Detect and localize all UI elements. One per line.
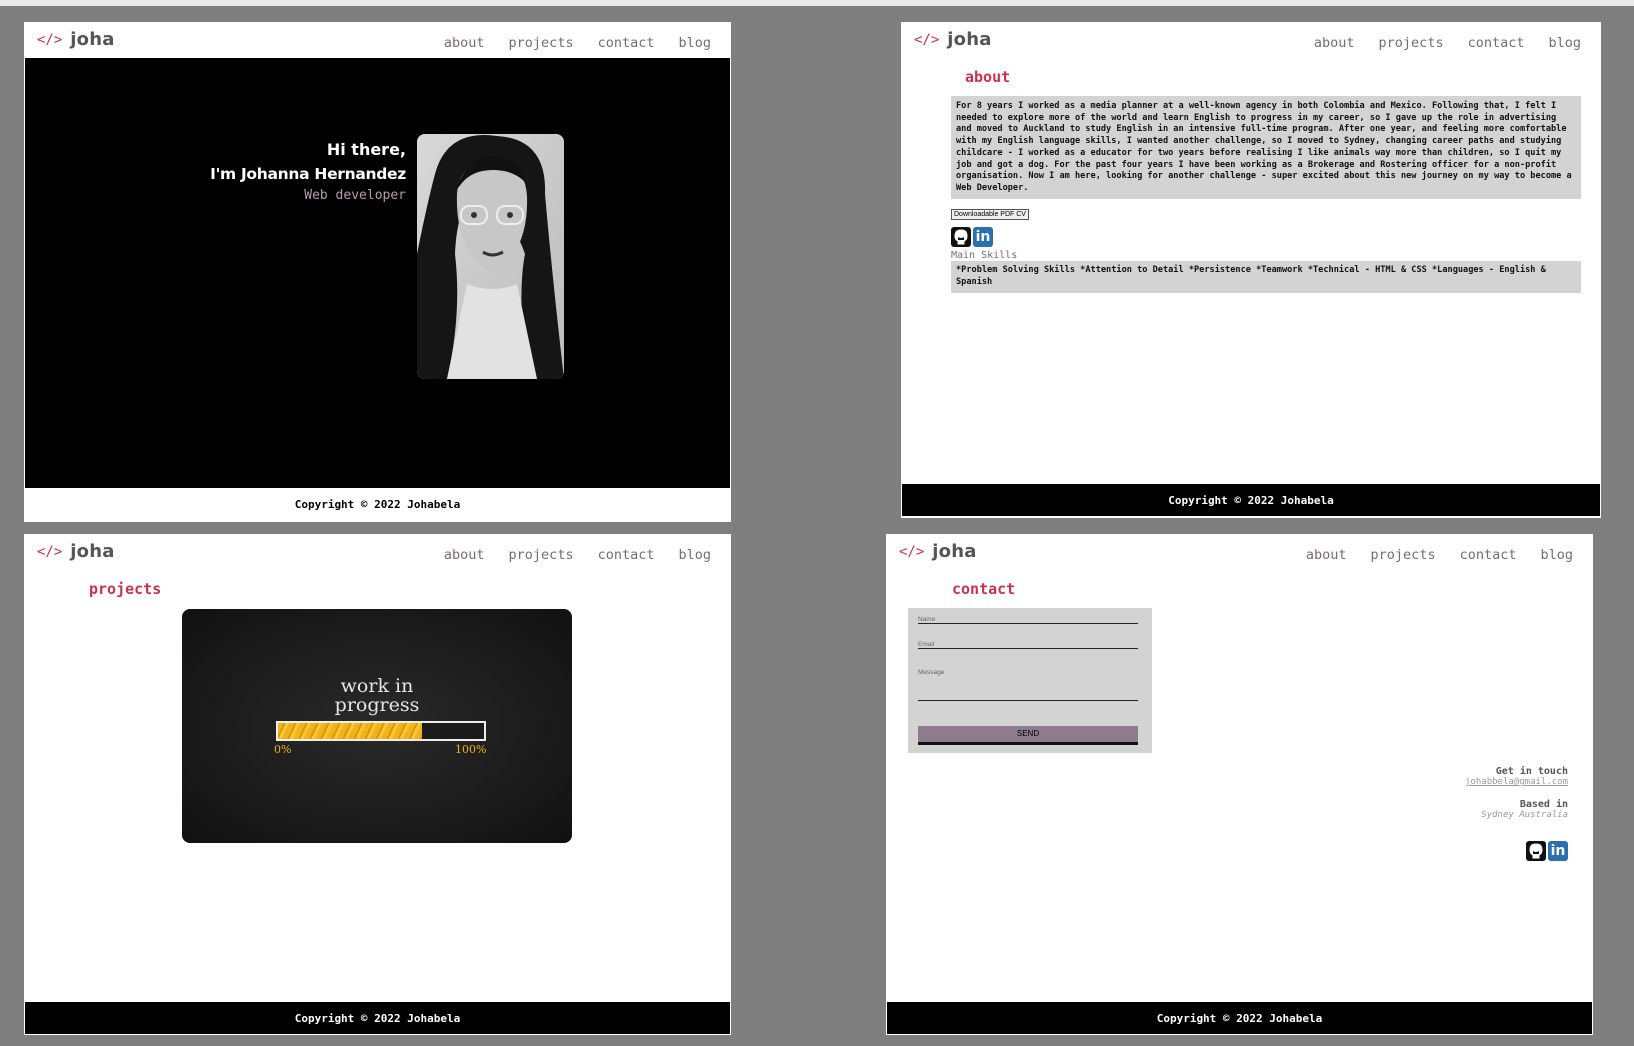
main-nav: about projects contact blog xyxy=(444,547,711,563)
main-nav: about projects contact blog xyxy=(1306,547,1573,563)
footer: Copyright © 2022 Johabela xyxy=(887,1002,1592,1034)
name-field[interactable]: Name xyxy=(918,616,1138,624)
get-in-touch-label: Get in touch xyxy=(1495,766,1568,777)
contact-page-panel: </> joha about projects contact blog con… xyxy=(886,534,1593,1035)
projects-page-panel: </> joha about projects contact blog pro… xyxy=(24,534,731,1035)
logo-text: joha xyxy=(947,29,992,50)
main-nav: about projects contact blog xyxy=(1314,35,1581,51)
profile-photo xyxy=(417,134,564,379)
wip-line-2: progress xyxy=(334,694,420,716)
nav-projects[interactable]: projects xyxy=(1371,547,1436,563)
profile-photo-illustration xyxy=(417,134,564,379)
email-field[interactable]: Email xyxy=(918,641,1138,649)
nav-contact[interactable]: contact xyxy=(598,35,655,51)
progress-bar xyxy=(276,721,486,741)
based-in-label: Based in xyxy=(1519,799,1568,810)
code-icon: </> xyxy=(37,543,63,560)
github-icon[interactable] xyxy=(951,227,971,247)
wip-text: work in progress xyxy=(182,677,572,715)
contact-info: Get in touch johabbela@gmail.com Based i… xyxy=(1465,766,1568,820)
skills-label: Main Skills xyxy=(951,250,1018,261)
nav-contact[interactable]: contact xyxy=(1468,35,1525,51)
social-links: in xyxy=(951,227,993,247)
logo-text: joha xyxy=(932,541,977,562)
nav-projects[interactable]: projects xyxy=(509,547,574,563)
hero-section: Hi there, I'm Johanna Hernandez Web deve… xyxy=(25,58,730,489)
nav-blog[interactable]: blog xyxy=(1540,547,1573,563)
logo-text: joha xyxy=(70,29,115,50)
hero-greeting: Hi there, xyxy=(326,140,406,159)
progress-end-label: 100% xyxy=(455,743,487,756)
message-field[interactable]: Message xyxy=(918,669,1138,701)
nav-projects[interactable]: projects xyxy=(509,35,574,51)
location-text: Sydney Australia xyxy=(1481,810,1568,820)
footer: Copyright © 2022 Johabela xyxy=(25,1002,730,1034)
main-nav: about projects contact blog xyxy=(444,35,711,51)
logo-text: joha xyxy=(70,541,115,562)
progress-bar-fill xyxy=(278,723,423,739)
hero-text: Hi there, I'm Johanna Hernandez Web deve… xyxy=(210,138,406,206)
github-icon[interactable] xyxy=(1526,841,1546,861)
nav-blog[interactable]: blog xyxy=(1548,35,1581,51)
skills-list: *Problem Solving Skills *Attention to De… xyxy=(951,261,1581,293)
footer: Copyright © 2022 Johabela xyxy=(25,488,730,520)
home-page-panel: </> joha about projects contact blog Hi … xyxy=(24,22,731,522)
nav-blog[interactable]: blog xyxy=(678,547,711,563)
nav-projects[interactable]: projects xyxy=(1379,35,1444,51)
linkedin-icon[interactable]: in xyxy=(973,227,993,247)
hero-intro: I'm Johanna Hernandez xyxy=(210,165,406,183)
contact-title: contact xyxy=(952,580,1016,598)
hero-role: Web developer xyxy=(304,188,406,203)
nav-blog[interactable]: blog xyxy=(678,35,711,51)
projects-title: projects xyxy=(89,580,162,598)
code-icon: </> xyxy=(37,31,63,48)
progress-start-label: 0% xyxy=(274,743,292,756)
contact-form: Name Email Message SEND xyxy=(908,608,1152,753)
work-in-progress-image: work in progress 0% 100% xyxy=(182,609,572,843)
window-top-strip xyxy=(0,0,1634,6)
social-links: in xyxy=(1526,841,1568,861)
about-title: about xyxy=(965,68,1011,86)
nav-contact[interactable]: contact xyxy=(598,547,655,563)
code-icon: </> xyxy=(914,31,940,48)
nav-about[interactable]: about xyxy=(1314,35,1355,51)
email-link[interactable]: johabbela@gmail.com xyxy=(1465,777,1568,787)
about-page-panel: </> joha about projects contact blog abo… xyxy=(901,22,1601,518)
nav-about[interactable]: about xyxy=(444,547,485,563)
site-logo[interactable]: </> joha xyxy=(914,29,992,50)
nav-about[interactable]: about xyxy=(1306,547,1347,563)
footer: Copyright © 2022 Johabela xyxy=(902,484,1600,516)
code-icon: </> xyxy=(899,543,925,560)
download-cv-button[interactable]: Downloadable PDF CV xyxy=(951,209,1029,220)
send-button[interactable]: SEND xyxy=(918,726,1138,745)
site-logo[interactable]: </> joha xyxy=(899,541,977,562)
about-bio: For 8 years I worked as a media planner … xyxy=(951,96,1581,199)
nav-contact[interactable]: contact xyxy=(1460,547,1517,563)
site-logo[interactable]: </> joha xyxy=(37,29,115,50)
nav-about[interactable]: about xyxy=(444,35,485,51)
linkedin-icon[interactable]: in xyxy=(1548,841,1568,861)
site-logo[interactable]: </> joha xyxy=(37,541,115,562)
